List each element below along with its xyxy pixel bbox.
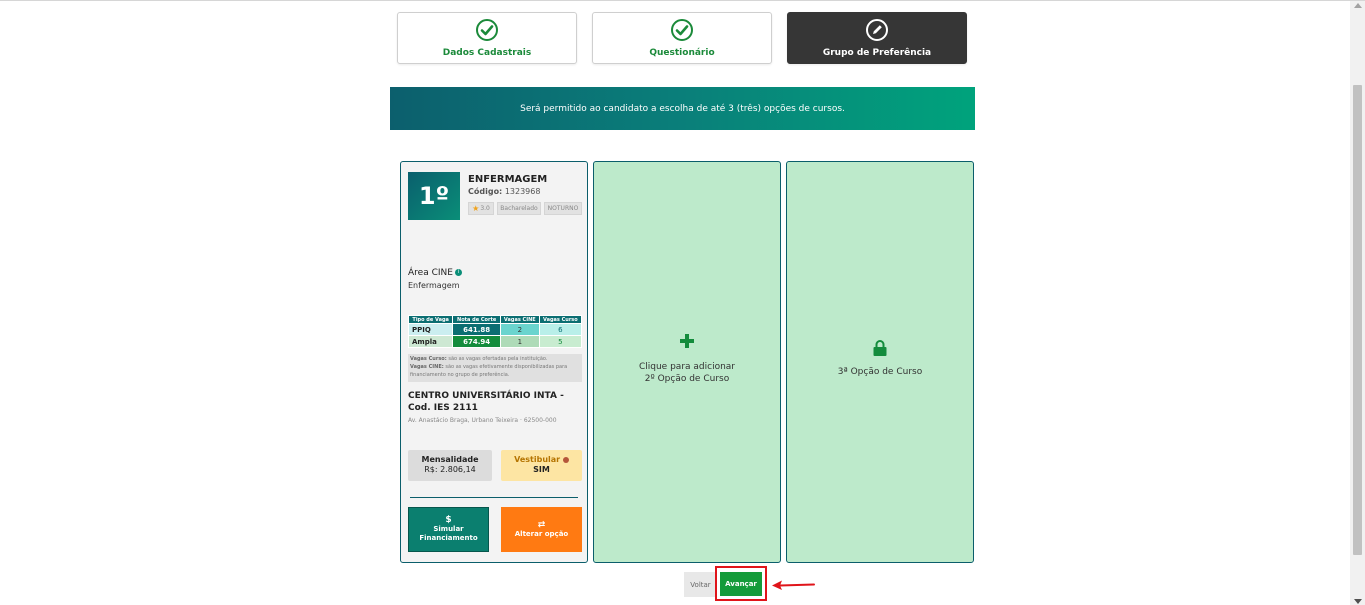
star-icon: ★: [472, 204, 480, 213]
mensalidade-value: R$: 2.806,14: [424, 465, 476, 474]
dollar-icon: $: [445, 515, 452, 525]
info-icon[interactable]: i: [454, 269, 462, 276]
help-icon[interactable]: [562, 456, 569, 463]
add-option-line1: Clique para adicionar: [638, 362, 735, 372]
tipo-vaga-cell: Ampla: [407, 335, 454, 348]
nota-corte-cell: 674.94: [452, 335, 501, 348]
check-circle-icon: [476, 19, 498, 41]
mensalidade-box: Mensalidade R$: 2.806,14: [408, 450, 492, 481]
table-row: PPIQ 641.88 2 6: [407, 323, 583, 336]
alterar-label: Alterar opção: [514, 529, 569, 538]
add-option-text: Clique para adicionar 2º Opção de Curso: [594, 361, 780, 385]
pencil-circle-icon: [866, 19, 888, 41]
table-header: Vagas CINE: [499, 315, 540, 324]
legend-curso-label: Vagas Curso:: [410, 356, 447, 362]
check-circle-icon: [671, 19, 693, 41]
locked-option-text: 3ª Opção de Curso: [837, 367, 923, 377]
vertical-scrollbar[interactable]: [1350, 1, 1365, 605]
shift-value: NOTURNO: [547, 205, 579, 212]
table-row: Ampla 674.94 1 5: [407, 335, 583, 348]
nota-corte-cell: 641.88: [452, 323, 501, 336]
financiamento-label: Financiamento: [419, 534, 478, 542]
scroll-up-icon[interactable]: [1354, 3, 1362, 8]
rank-badge: 1º: [408, 172, 460, 220]
area-cine-title: Área CINE i: [408, 268, 462, 278]
table-header: Nota de Corte: [452, 315, 501, 324]
area-cine-label: Área CINE: [408, 268, 453, 278]
course-card-1: 1º ENFERMAGEM Código: 1323968 ★ 3.0 Bach…: [400, 161, 588, 563]
locked-option-3-slot: 3ª Opção de Curso: [786, 161, 974, 563]
table-header: Vagas Curso: [538, 315, 583, 324]
vagas-legend: Vagas Curso: são as vagas ofertadas pela…: [408, 354, 582, 382]
area-cine-value: Enfermagem: [408, 281, 460, 290]
institution-name: CENTRO UNIVERSITÁRIO INTA - Cod. IES 211…: [408, 391, 564, 413]
institution-address: Av. Anastácio Braga, Urbano Teixeira · 6…: [408, 417, 557, 424]
voltar-button[interactable]: Voltar: [684, 572, 717, 597]
scroll-thumb[interactable]: [1353, 85, 1362, 555]
info-banner: Será permitido ao candidato a escolha de…: [390, 87, 975, 130]
course-code: Código: 1323968: [468, 187, 540, 196]
vestibular-box: Vestibular SIM: [501, 450, 582, 481]
table-header: Tipo de Vaga: [407, 315, 454, 324]
degree-value: Bacharelado: [500, 205, 538, 212]
legend-curso-text: são as vagas ofertadas pela instituição.: [448, 356, 548, 362]
plus-icon: [680, 334, 694, 348]
simular-label: Simular: [433, 525, 464, 533]
vagas-cine-cell: 1: [499, 335, 540, 348]
step-label: Dados Cadastrais: [442, 48, 532, 58]
tipo-vaga-cell: PPIQ: [407, 323, 454, 336]
divider: [410, 497, 578, 498]
step-label: Questionário: [649, 48, 715, 58]
scroll-down-icon[interactable]: [1354, 599, 1362, 604]
page: Dados Cadastrais Questionário Grupo de P…: [0, 0, 1365, 605]
legend-cine-label: Vagas CINE:: [410, 364, 444, 370]
add-option-line2: 2º Opção de Curso: [644, 374, 730, 384]
course-name: ENFERMAGEM: [468, 174, 548, 185]
step-grupo-de-preferencia[interactable]: Grupo de Preferência: [787, 12, 967, 64]
vagas-curso-cell: 6: [538, 323, 583, 336]
arrow-left-icon: [772, 580, 815, 590]
shift-tag: NOTURNO: [544, 202, 582, 215]
table-header-row: Tipo de Vaga Nota de Corte Vagas CINE Va…: [407, 315, 583, 324]
rating-value: 3.0: [480, 205, 490, 212]
step-questionario[interactable]: Questionário: [592, 12, 772, 64]
rating-tag: ★ 3.0: [468, 202, 494, 215]
avancar-button[interactable]: Avançar: [720, 572, 762, 596]
lock-icon: [873, 340, 887, 356]
step-label: Grupo de Preferência: [822, 48, 932, 58]
vagas-cine-cell: 2: [499, 323, 540, 336]
mensalidade-label: Mensalidade: [421, 455, 479, 464]
course-code-label: Código:: [468, 187, 503, 196]
alterar-opcao-button[interactable]: ⇄ Alterar opção: [501, 507, 582, 552]
course-code-value: 1323968: [504, 187, 541, 196]
vagas-curso-cell: 5: [538, 335, 583, 348]
vagas-table: Tipo de Vaga Nota de Corte Vagas CINE Va…: [407, 315, 583, 348]
step-dados-cadastrais[interactable]: Dados Cadastrais: [397, 12, 577, 64]
add-option-2-slot[interactable]: Clique para adicionar 2º Opção de Curso: [593, 161, 781, 563]
vestibular-label: Vestibular: [514, 455, 561, 464]
vestibular-title: Vestibular: [501, 455, 582, 464]
swap-icon: ⇄: [537, 519, 546, 530]
degree-tag: Bacharelado: [497, 202, 541, 215]
banner-text: Será permitido ao candidato a escolha de…: [520, 103, 845, 114]
vestibular-value: SIM: [533, 465, 550, 474]
simular-financiamento-button[interactable]: $ Simular Financiamento: [408, 507, 489, 552]
